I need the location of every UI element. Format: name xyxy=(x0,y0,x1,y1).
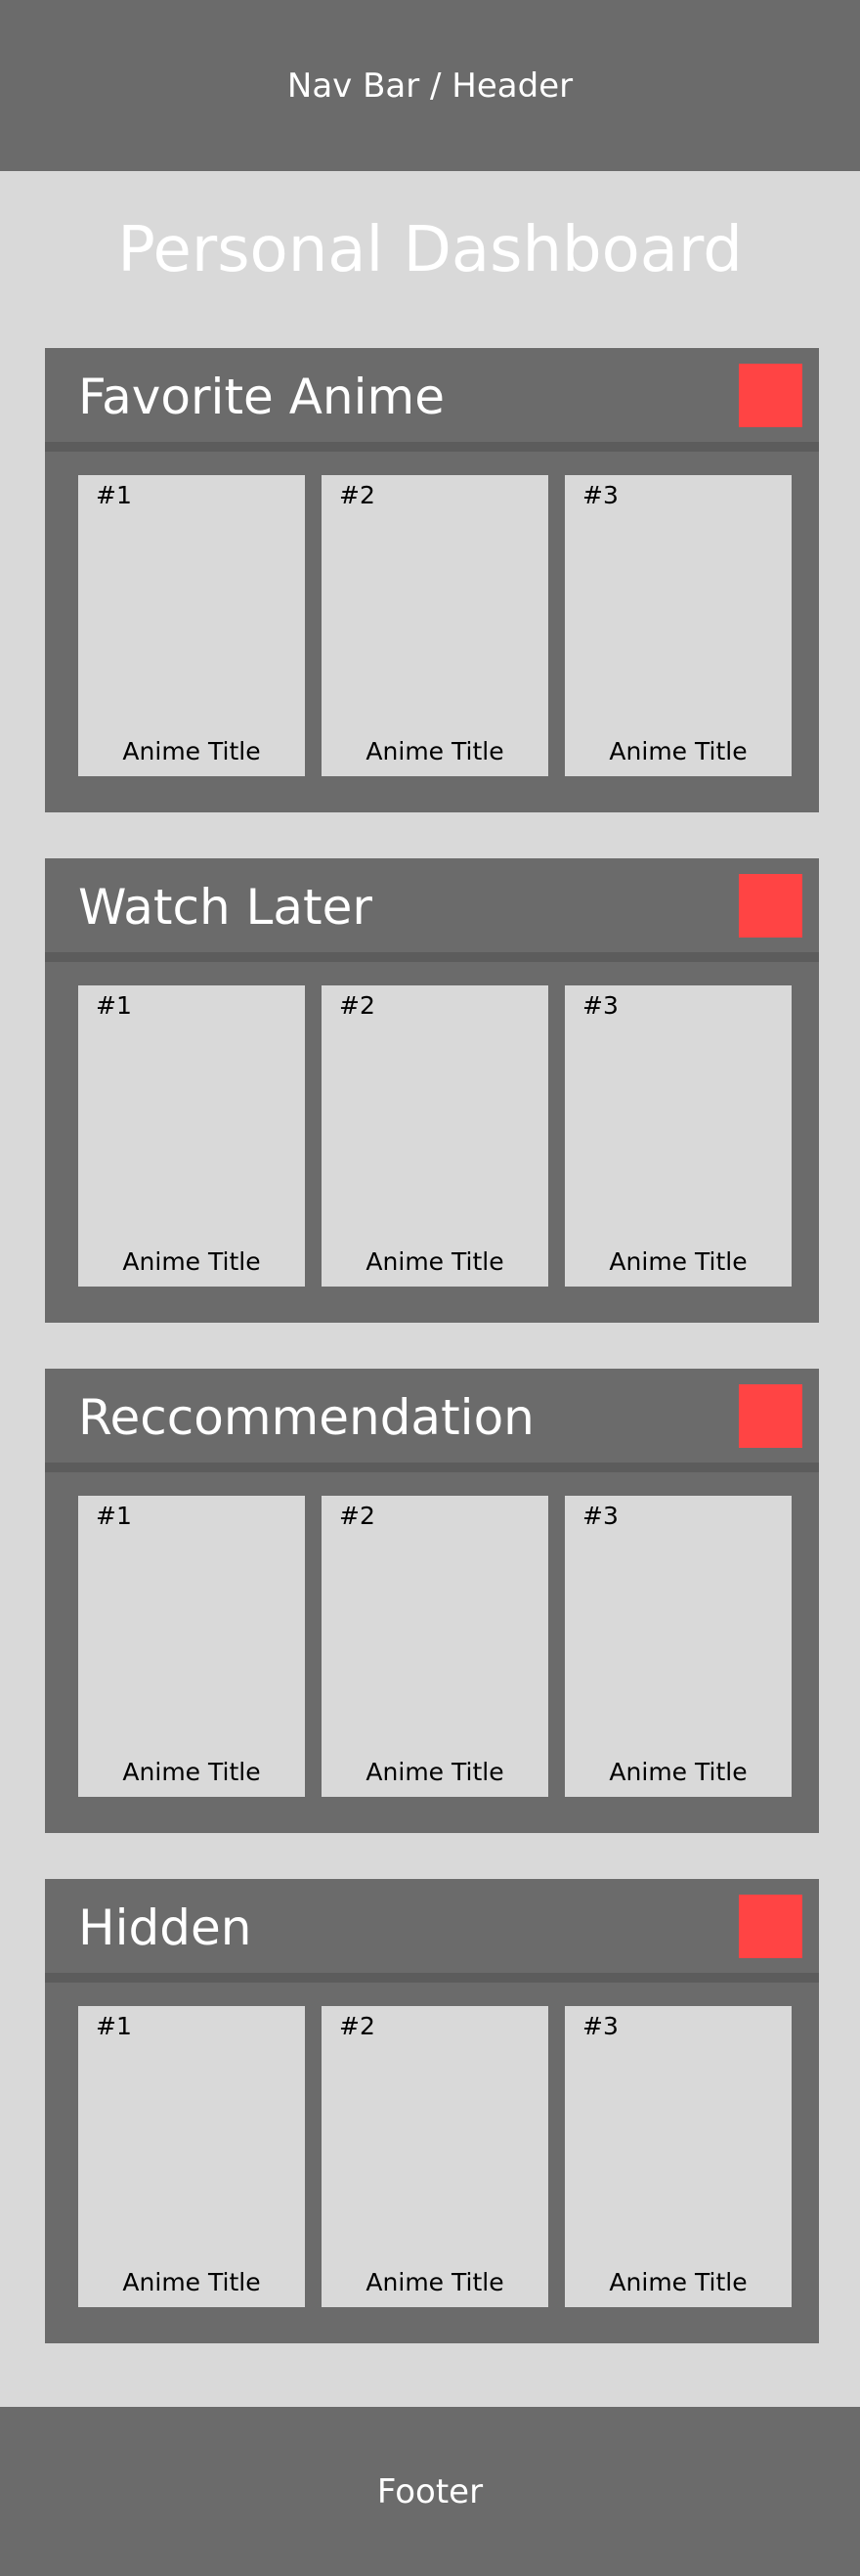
card-title: Anime Title xyxy=(366,2268,504,2296)
card-title: Anime Title xyxy=(122,2268,261,2296)
card-rank: #1 xyxy=(96,991,132,1020)
card-rank: #3 xyxy=(582,991,619,1020)
card-rank: #2 xyxy=(339,991,375,1020)
section-header: Reccommendation xyxy=(45,1369,819,1463)
card-rank: #3 xyxy=(582,1502,619,1530)
card-rank: #3 xyxy=(582,2012,619,2040)
card-rank: #1 xyxy=(96,1502,132,1530)
card-title: Anime Title xyxy=(609,2268,748,2296)
card-rank: #2 xyxy=(339,481,375,509)
section-action-button[interactable] xyxy=(739,364,802,427)
card-title: Anime Title xyxy=(366,737,504,765)
card-title: Anime Title xyxy=(609,1247,748,1276)
section-action-button[interactable] xyxy=(739,874,802,938)
section-action-button[interactable] xyxy=(739,1895,802,1958)
footer-label: Footer xyxy=(376,2471,484,2511)
section-watch-later: Watch Later #1 Anime Title #2 Anime Titl… xyxy=(45,858,819,1323)
section-divider xyxy=(45,1973,819,1983)
section-recommendation: Reccommendation #1 Anime Title #2 Anime … xyxy=(45,1369,819,1833)
section-title: Reccommendation xyxy=(78,1389,535,1446)
card-title: Anime Title xyxy=(366,1758,504,1786)
card-rank: #1 xyxy=(96,2012,132,2040)
page-title: Personal Dashboard xyxy=(117,214,743,286)
card-rank: #2 xyxy=(339,2012,375,2040)
section-divider xyxy=(45,442,819,452)
card-title: Anime Title xyxy=(609,737,748,765)
footer: Footer xyxy=(0,2407,860,2576)
section-action-button[interactable] xyxy=(739,1384,802,1448)
card-rank: #2 xyxy=(339,1502,375,1530)
section-favorite-anime: Favorite Anime #1 Anime Title #2 Anime T… xyxy=(45,348,819,812)
card-title: Anime Title xyxy=(122,737,261,765)
section-header: Hidden xyxy=(45,1879,819,1973)
card-rank: #3 xyxy=(582,481,619,509)
anime-card[interactable]: #2 Anime Title xyxy=(322,475,548,776)
anime-card[interactable]: #1 Anime Title xyxy=(78,1496,305,1797)
anime-card[interactable]: #1 Anime Title xyxy=(78,2006,305,2307)
nav-bar-label: Nav Bar / Header xyxy=(286,65,574,106)
card-rank: #1 xyxy=(96,481,132,509)
section-header: Watch Later xyxy=(45,858,819,952)
section-title: Hidden xyxy=(78,1899,252,1956)
anime-card[interactable]: #1 Anime Title xyxy=(78,985,305,1287)
anime-card[interactable]: #1 Anime Title xyxy=(78,475,305,776)
anime-card[interactable]: #2 Anime Title xyxy=(322,985,548,1287)
card-title: Anime Title xyxy=(122,1247,261,1276)
card-title: Anime Title xyxy=(609,1758,748,1786)
nav-bar: Nav Bar / Header xyxy=(0,0,860,171)
section-divider xyxy=(45,952,819,962)
card-title: Anime Title xyxy=(122,1758,261,1786)
card-title: Anime Title xyxy=(366,1247,504,1276)
anime-card[interactable]: #3 Anime Title xyxy=(565,475,792,776)
section-title: Watch Later xyxy=(78,879,372,936)
section-header: Favorite Anime xyxy=(45,348,819,442)
anime-card[interactable]: #3 Anime Title xyxy=(565,1496,792,1797)
anime-card[interactable]: #2 Anime Title xyxy=(322,2006,548,2307)
section-hidden: Hidden #1 Anime Title #2 Anime Title #3 … xyxy=(45,1879,819,2343)
anime-card[interactable]: #3 Anime Title xyxy=(565,2006,792,2307)
section-divider xyxy=(45,1463,819,1472)
anime-card[interactable]: #3 Anime Title xyxy=(565,985,792,1287)
anime-card[interactable]: #2 Anime Title xyxy=(322,1496,548,1797)
section-title: Favorite Anime xyxy=(78,369,445,425)
